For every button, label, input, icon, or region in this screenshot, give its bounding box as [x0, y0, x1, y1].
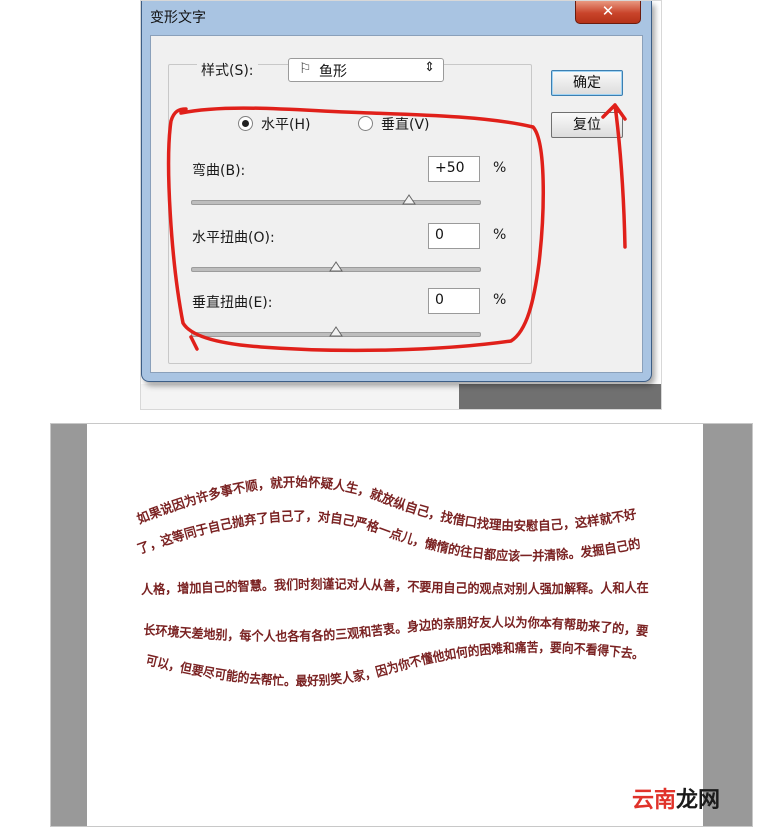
h-distortion-slider-thumb[interactable]	[329, 261, 343, 272]
watermark-part-1: 云南	[632, 788, 677, 813]
preview-screenshot: 如果说因为许多事不顺，就开始怀疑人生，就放纵自己，找借口找理由安慰自己，这样就不…	[50, 423, 753, 827]
bend-input[interactable]: +50	[428, 156, 480, 182]
warped-line-5: 可以，但要尽可能的去帮忙。最好别笑人家，因为你不懂他如何的困难和痛苦，要向不看得…	[144, 640, 645, 690]
document-canvas: 如果说因为许多事不顺，就开始怀疑人生，就放纵自己，找借口找理由安慰自己，这样就不…	[87, 424, 703, 826]
v-distortion-unit: %	[493, 292, 507, 308]
radio-horizontal-label[interactable]: 水平(H)	[261, 114, 310, 134]
h-distortion-unit: %	[493, 227, 507, 243]
dialog-screenshot: 变形文字 ✕ 样式(S): ⚐ 鱼形 ⇕ 水平(H) 垂直(V) 弯曲(B): …	[140, 0, 662, 410]
style-select[interactable]: ⚐ 鱼形 ⇕	[288, 58, 444, 82]
style-label: 样式(S):	[197, 60, 258, 80]
close-button[interactable]: ✕	[575, 1, 641, 24]
bend-label: 弯曲(B):	[192, 163, 246, 179]
reset-button[interactable]: 复位	[551, 112, 623, 138]
flag-icon: ⚐	[299, 61, 312, 77]
h-distortion-input[interactable]: 0	[428, 223, 480, 249]
radio-vertical[interactable]	[358, 116, 373, 131]
chevron-updown-icon: ⇕	[424, 60, 435, 75]
watermark-part-2: 龙网	[676, 788, 721, 813]
warped-line-3: 人格，增加自己的智慧。我们时刻谨记对人从善，不要用自己的观点对别人强加解释。人和…	[141, 577, 649, 598]
warped-line-4: 长环境天差地别，每个人也各有各的三观和苦衷。身边的亲朋好友人以为你本有帮助来了的…	[143, 615, 649, 645]
bend-unit: %	[493, 160, 507, 176]
warp-options-group	[168, 64, 532, 364]
radio-vertical-label[interactable]: 垂直(V)	[381, 114, 430, 134]
dialog-body: 样式(S): ⚐ 鱼形 ⇕ 水平(H) 垂直(V) 弯曲(B): +50 % 水…	[150, 35, 643, 373]
site-watermark: 云南龙网	[632, 782, 720, 814]
dialog-title: 变形文字	[150, 10, 206, 26]
warped-text-art: 如果说因为许多事不顺，就开始怀疑人生，就放纵自己，找借口找理由安慰自己，这样就不…	[135, 475, 649, 690]
style-selected-value: 鱼形	[319, 64, 347, 80]
v-distortion-label: 垂直扭曲(E):	[192, 295, 273, 311]
v-distortion-slider-thumb[interactable]	[329, 326, 343, 337]
ok-button[interactable]: 确定	[551, 70, 623, 96]
radio-horizontal[interactable]	[238, 116, 253, 131]
v-distortion-input[interactable]: 0	[428, 288, 480, 314]
bend-slider-track[interactable]	[191, 200, 481, 205]
warped-line-2: 了，这等同于自己抛弃了自己了，对自己严格一点儿，懒惰的往日都应该一并清除。发掘自…	[136, 509, 642, 564]
h-distortion-label: 水平扭曲(O):	[192, 230, 275, 246]
title-bar: 变形文字 ✕	[142, 1, 651, 35]
bend-slider-thumb[interactable]	[401, 194, 416, 205]
warp-text-dialog: 变形文字 ✕ 样式(S): ⚐ 鱼形 ⇕ 水平(H) 垂直(V) 弯曲(B): …	[141, 1, 652, 382]
